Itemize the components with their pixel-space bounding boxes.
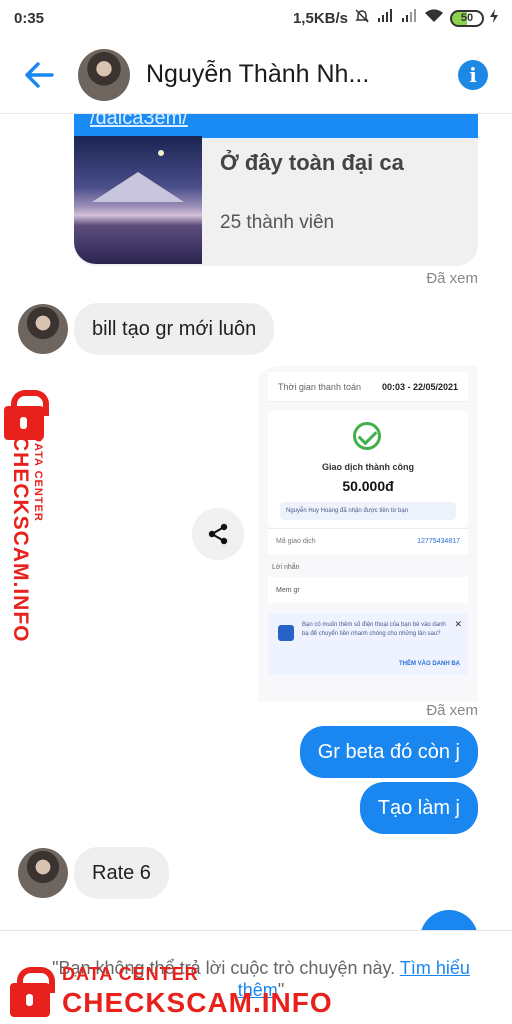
sender-avatar[interactable] bbox=[18, 848, 68, 898]
receipt-status-box: Giao dịch thành công 50.000đ Nguyễn Huy … bbox=[268, 410, 468, 528]
info-button[interactable]: i bbox=[458, 59, 488, 90]
watermark-small-text: DATA CENTER bbox=[32, 434, 44, 522]
receipt-message-value: Mem gr bbox=[268, 577, 468, 603]
group-name: Ở đây toàn đại ca bbox=[220, 150, 404, 175]
receipt-time-value: 00:03 - 22/05/2021 bbox=[381, 381, 458, 392]
receipt-ask-text: Bạn có muốn thêm số điện thoại của bạn b… bbox=[302, 622, 446, 637]
payment-receipt-image[interactable]: Thời gian thanh toán 00:03 - 22/05/2021 … bbox=[258, 366, 478, 702]
back-button[interactable] bbox=[22, 58, 56, 92]
charging-icon bbox=[490, 9, 498, 27]
group-link[interactable]: /daica3em/ bbox=[74, 114, 478, 138]
message-list[interactable]: /daica3em/ Ở đây toàn đại ca 25 thành vi… bbox=[0, 114, 512, 930]
share-button[interactable] bbox=[192, 508, 244, 560]
arrow-left-icon bbox=[25, 61, 54, 88]
watermark-bottom: DATA CENTER CHECKSCAM.INFO bbox=[0, 955, 512, 1024]
watermark-big-text: CHECKSCAM.INFO bbox=[62, 987, 333, 1018]
battery-icon: 50 bbox=[450, 9, 484, 27]
receipt-code-row: Mã giao dịch 12775434817 bbox=[268, 528, 468, 554]
success-check-icon bbox=[353, 422, 381, 450]
sender-avatar[interactable] bbox=[18, 304, 68, 354]
watermark-small-text: DATA CENTER bbox=[62, 964, 199, 984]
receipt-add-contact-box: Bạn có muốn thêm số điện thoại của bạn b… bbox=[268, 613, 468, 675]
receipt-code-value: 12775434817 bbox=[417, 538, 460, 545]
group-invite-card[interactable]: /daica3em/ Ở đây toàn đại ca 25 thành vi… bbox=[74, 114, 478, 266]
info-icon: i bbox=[469, 62, 477, 87]
wifi-icon bbox=[424, 9, 444, 27]
watermark-big-text: CHECKSCAM.INFO bbox=[9, 436, 32, 643]
receipt-message-label: Lời nhắn bbox=[272, 564, 300, 571]
mountain-graphic bbox=[92, 172, 184, 202]
outgoing-message-partial[interactable] bbox=[420, 910, 478, 930]
receipt-note: Nguyễn Huy Hoàng đã nhận được tiền từ bạ… bbox=[280, 502, 456, 520]
group-member-count: 25 thành viên bbox=[220, 212, 335, 233]
signal-icon bbox=[400, 9, 418, 27]
incoming-message[interactable]: bill tạo gr mới luôn bbox=[74, 303, 275, 355]
receipt-amount: 50.000đ bbox=[342, 478, 394, 494]
seen-label: Đã xem bbox=[426, 270, 478, 287]
seen-label: Đã xem bbox=[426, 702, 478, 719]
receipt-status: Giao dịch thành công bbox=[322, 462, 414, 472]
receipt-time-label: Thời gian thanh toán bbox=[278, 381, 361, 392]
chat-header: Nguyễn Thành Nh... i bbox=[0, 36, 512, 114]
incoming-message[interactable]: Rate 6 bbox=[74, 847, 169, 899]
mute-icon bbox=[354, 8, 370, 28]
share-icon bbox=[208, 523, 228, 545]
receipt-code-label: Mã giao dịch bbox=[276, 538, 316, 545]
status-bar: 0:35 1,5KB/s 50 bbox=[0, 0, 512, 36]
messenger-screen: 0:35 1,5KB/s 50 Nguyễn Thành Nh... i /da… bbox=[0, 0, 512, 1024]
contact-name[interactable]: Nguyễn Thành Nh... bbox=[146, 60, 404, 89]
status-time: 0:35 bbox=[14, 9, 45, 27]
contact-book-icon bbox=[278, 625, 294, 641]
network-speed: 1,5KB/s bbox=[292, 9, 348, 27]
close-icon: ✕ bbox=[454, 619, 462, 629]
outgoing-message[interactable]: Tạo làm j bbox=[359, 782, 478, 834]
group-thumbnail bbox=[74, 136, 202, 264]
receipt-add-label: THÊM VÀO DANH BẠ bbox=[399, 661, 460, 667]
watermark-side: DATA CENTER CHECKSCAM.INFO bbox=[4, 388, 54, 643]
outgoing-message[interactable]: Gr beta đó còn j bbox=[299, 726, 478, 778]
status-icons: 1,5KB/s 50 bbox=[293, 8, 498, 28]
moon-graphic bbox=[158, 150, 164, 156]
contact-avatar[interactable] bbox=[78, 48, 130, 101]
signal-r-icon bbox=[376, 9, 394, 27]
lock-icon bbox=[10, 967, 55, 1017]
receipt-time-row: Thời gian thanh toán 00:03 - 22/05/2021 bbox=[268, 372, 468, 402]
